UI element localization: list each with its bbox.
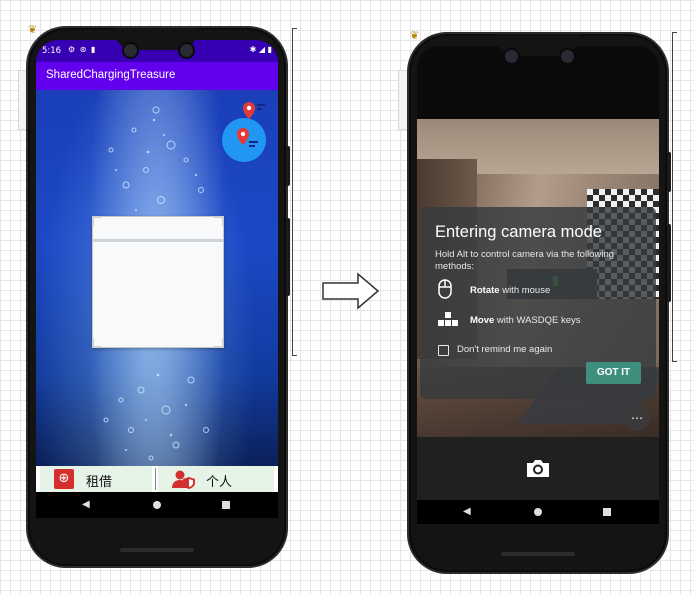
card-corner [214, 338, 224, 348]
mouse-icon [438, 279, 452, 299]
dont-remind-checkbox[interactable] [438, 345, 449, 356]
location-pin-icon [243, 102, 265, 119]
system-navigation-bar: ◀ [417, 500, 659, 524]
move-label: Move [470, 315, 495, 326]
camera-icon[interactable] [525, 457, 551, 479]
dialog-subtitle: Hold Alt to control camera via the follo… [435, 249, 615, 272]
camera-toolbar [417, 437, 659, 500]
tab-divider [155, 468, 156, 490]
bottom-speaker [120, 548, 194, 552]
tab-personal-label: 个人 [206, 475, 233, 490]
volume-button [667, 224, 671, 302]
tab-rent[interactable]: ⊕ 租借 [40, 466, 152, 492]
front-camera [178, 42, 195, 59]
selection-bracket-left [292, 28, 297, 356]
power-button [667, 152, 671, 192]
status-time: 5:16 [42, 46, 62, 56]
scan-placeholder-card[interactable] [92, 216, 224, 348]
globe-icon: ⊕ [54, 469, 74, 489]
user-shield-icon [172, 469, 198, 489]
app-title: SharedChargingTreasure [46, 69, 176, 81]
left-phone: 5:16 ⚙ ⊛ ▮ ✱ ◢ ▮ SharedChargingTreasure [26, 26, 290, 568]
right-screen: ◀ Entering camera mode Hold Alt to contr… [417, 46, 659, 524]
home-icon[interactable] [534, 508, 542, 516]
card-corner [214, 216, 224, 226]
dont-remind-label[interactable]: Don't remind me again [457, 344, 552, 355]
front-camera [122, 42, 139, 59]
marker-icon-left: ❦ [28, 23, 38, 36]
move-desc: with WASDQE keys [494, 315, 581, 326]
volume-button [286, 218, 290, 296]
selection-bracket-right [672, 32, 677, 362]
recents-icon[interactable] [603, 508, 611, 516]
dialog-title: Entering camera mode [435, 223, 602, 241]
back-icon[interactable]: ◀ [82, 500, 90, 510]
dialog-row-move: Move with WASDQE keys [470, 315, 581, 326]
marker-icon-right: ❦ [410, 29, 420, 42]
power-button [286, 146, 290, 186]
recents-icon[interactable] [222, 501, 230, 509]
bottom-speaker [501, 552, 575, 556]
dialog-row-rotate: Rotate with mouse [470, 285, 550, 296]
got-it-button[interactable]: GOT IT [586, 362, 641, 384]
app-bar: SharedChargingTreasure [36, 62, 278, 90]
front-camera [559, 48, 576, 65]
camera-mode-dialog: Entering camera mode Hold Alt to control… [420, 207, 656, 399]
more-options-button[interactable]: … [624, 405, 650, 431]
left-screen: 5:16 ⚙ ⊛ ▮ ✱ ◢ ▮ SharedChargingTreasure [36, 40, 278, 518]
rotate-label: Rotate [470, 285, 500, 296]
tab-rent-label: 租借 [86, 475, 113, 490]
system-navigation-bar: ◀ [36, 492, 278, 518]
card-divider [93, 239, 223, 242]
status-notification-icons: ⚙ ⊛ ▮ [68, 45, 97, 54]
tab-personal[interactable]: 个人 [158, 466, 274, 492]
card-corner [92, 216, 102, 226]
bottom-navigation: ⊕ 租借 个人 [36, 466, 278, 492]
right-phone: ◀ Entering camera mode Hold Alt to contr… [407, 32, 671, 574]
front-camera [503, 48, 520, 65]
right-arrow-icon [322, 272, 380, 310]
home-icon[interactable] [153, 501, 161, 509]
back-icon[interactable]: ◀ [463, 507, 471, 517]
keys-icon [438, 312, 458, 326]
rotate-desc: with mouse [499, 285, 551, 296]
status-signal-battery-icons: ✱ ◢ ▮ [249, 45, 272, 54]
card-corner [92, 338, 102, 348]
